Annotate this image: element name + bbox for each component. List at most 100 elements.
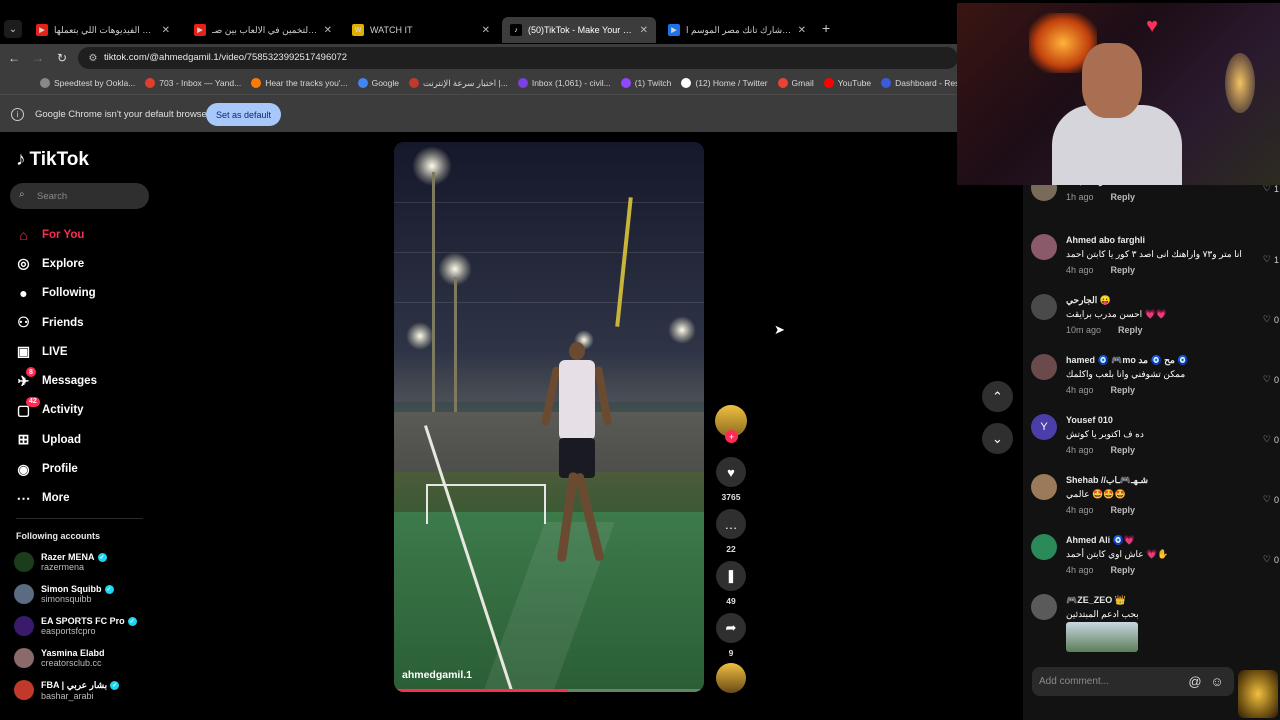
reply-button[interactable]: Reply (1111, 505, 1136, 515)
avatar[interactable] (14, 552, 34, 572)
avatar[interactable] (1031, 185, 1057, 201)
browser-tab[interactable]: ▶ برنامج شارك تانك مصر الموسم ا... ✕ (660, 18, 814, 42)
tab-close-icon[interactable]: ✕ (162, 25, 170, 36)
reply-button[interactable]: Reply (1111, 265, 1136, 275)
tab-close-icon[interactable]: ✕ (798, 25, 806, 36)
url-text[interactable]: tiktok.com/@ahmedgamil.1/video/758532399… (104, 52, 347, 63)
browser-tab[interactable]: ♪ (50)TikTok - Make Your Day ✕ (502, 17, 656, 43)
comment-like-button[interactable]: ♡ 1 (1263, 254, 1279, 265)
bookmark-item[interactable]: Inbox (1,061) - civil... (517, 78, 611, 88)
comment-username[interactable]: Shehab //شـهـ🎮ـاب (1066, 475, 1148, 486)
browser-tab[interactable]: W WATCH IT ✕ (344, 18, 498, 42)
avatar[interactable] (1031, 234, 1057, 260)
sidebar-item-messages[interactable]: ✈ 8 Messages (14, 366, 154, 395)
save-action[interactable]: ❚ 49 (716, 561, 746, 606)
reply-button[interactable]: Reply (1111, 445, 1136, 455)
follow-plus-icon[interactable]: + (725, 430, 738, 443)
browser-tab[interactable]: ▶ هي دي الفيديوهات اللي بتعملها... ✕ (28, 18, 178, 42)
avatar[interactable]: Y (1031, 414, 1057, 440)
avatar[interactable] (1031, 354, 1057, 380)
comment-action[interactable]: … 22 (716, 509, 746, 554)
following-account[interactable]: Razer MENA ✓ razermena (14, 548, 107, 576)
share-arrow-icon[interactable]: ➦ (716, 613, 746, 643)
like-action[interactable]: ♥ 3765 (716, 457, 746, 502)
avatar[interactable] (14, 648, 34, 668)
sidebar-item-more[interactable]: ⋯ More (14, 484, 154, 513)
comment-username[interactable]: Yousef 010 (1066, 415, 1113, 425)
avatar[interactable] (14, 616, 34, 636)
set-as-default-button[interactable]: Set as default (206, 103, 281, 126)
sidebar-item-activity[interactable]: ▢ 42 Activity (14, 396, 154, 425)
comment-icon[interactable]: … (716, 509, 746, 539)
sidebar-item-friends[interactable]: ⚇ Friends (14, 308, 154, 337)
reply-button[interactable]: Reply (1111, 192, 1136, 202)
next-video-chevron-down-icon[interactable]: ⌄ (982, 423, 1013, 454)
bookmark-item[interactable]: 703 - Inbox — Yand... (145, 78, 241, 88)
sidebar-item-profile[interactable]: ◉ Profile (14, 454, 154, 483)
avatar[interactable] (14, 680, 34, 700)
back-arrow-icon[interactable]: ← (6, 50, 22, 66)
avatar[interactable] (14, 584, 34, 604)
browser-tab[interactable]: ▶ تحدي التخمين في الالعاب بين صـ... ✕ (186, 18, 340, 42)
bookmark-item[interactable]: Gmail (777, 78, 814, 88)
comment-image-thumbnail[interactable] (1066, 622, 1138, 652)
following-account[interactable]: Yasmina Elabd creatorsclub.cc (14, 644, 105, 672)
sidebar-item-upload[interactable]: ⊞ Upload (14, 425, 154, 454)
reply-button[interactable]: Reply (1111, 565, 1136, 575)
bookmark-item[interactable]: YouTube (823, 78, 871, 88)
comment-username[interactable]: الجارحي 😛 (1066, 295, 1111, 306)
comment-username[interactable]: Ahmed Ali 🧿💗 (1066, 535, 1135, 546)
comment-like-button[interactable]: ♡ 0 (1263, 494, 1279, 505)
avatar[interactable] (1031, 294, 1057, 320)
reply-button[interactable]: Reply (1111, 385, 1136, 395)
avatar[interactable] (1031, 534, 1057, 560)
tab-close-icon[interactable]: ✕ (640, 25, 648, 36)
add-comment-input[interactable]: Add comment... @ ☺ (1032, 667, 1234, 696)
bookmark-item[interactable]: Google (357, 78, 399, 88)
following-account[interactable]: EA SPORTS FC Pro ✓ easportsfcpro (14, 612, 137, 640)
site-info-icon[interactable]: ⚙ (86, 51, 100, 65)
search-input[interactable]: ⌕ Search (10, 183, 149, 209)
forward-arrow-icon[interactable]: → (30, 50, 46, 66)
video-progress-bar[interactable] (394, 689, 704, 692)
comment-like-button[interactable]: ♡ 0 (1263, 314, 1279, 325)
creator-avatar[interactable]: + (715, 405, 747, 443)
video-player[interactable]: ahmedgamil.1 (394, 142, 704, 692)
bookmark-item[interactable]: Hear the tracks you'... (251, 78, 348, 88)
sidebar-item-explore[interactable]: ◎ Explore (14, 249, 154, 278)
comment-like-button[interactable]: ♡ 0 (1263, 434, 1279, 445)
comment-like-button[interactable]: ♡ 1 (1263, 185, 1279, 194)
video-author[interactable]: ahmedgamil.1 (402, 669, 472, 681)
tab-search-chevron-icon[interactable]: ⌄ (4, 20, 22, 38)
bookmark-item[interactable]: اختبار سرعة الإنترنت |... (409, 78, 508, 89)
following-account[interactable]: Simon Squibb ✓ simonsquibb (14, 580, 114, 608)
heart-icon[interactable]: ♥ (716, 457, 746, 487)
bookmark-item[interactable]: Speedtest by Ookla... (40, 78, 135, 88)
reload-icon[interactable]: ↻ (54, 50, 70, 66)
comment-username[interactable]: hamed 🧿 🎮mo مح 🧿 مد 🧿 (1066, 355, 1189, 366)
reply-button[interactable]: Reply (1118, 325, 1143, 335)
previous-video-chevron-up-icon[interactable]: ⌃ (982, 381, 1013, 412)
following-account[interactable]: FBA | بشار عربي ✓ bashar_arabi (14, 676, 120, 704)
bookmark-item[interactable]: (12) Home / Twitter (681, 78, 768, 88)
sidebar-item-live[interactable]: ▣ LIVE (14, 337, 154, 366)
avatar[interactable] (1031, 474, 1057, 500)
address-bar[interactable]: ⚙ tiktok.com/@ahmedgamil.1/video/7585323… (78, 47, 958, 69)
bookmark-item[interactable]: (1) Twitch (620, 78, 671, 88)
tab-close-icon[interactable]: ✕ (482, 25, 490, 36)
comment-username[interactable]: 🎮ZE_ZEO 👑 (1066, 595, 1126, 606)
bookmark-item[interactable]: Dashboard - Restre... (881, 78, 958, 88)
tab-close-icon[interactable]: ✕ (324, 25, 332, 36)
share-action[interactable]: ➦ 9 (716, 613, 746, 658)
sidebar-item-for-you[interactable]: ⌂ For You (14, 220, 154, 249)
comment-username[interactable]: Ahmed abo farghli (1066, 235, 1145, 245)
new-tab-plus-icon[interactable]: + (822, 20, 830, 36)
bookmark-icon[interactable]: ❚ (716, 561, 746, 591)
avatar[interactable] (1031, 594, 1057, 620)
sidebar-item-following[interactable]: ● Following (14, 279, 154, 308)
music-disc-icon[interactable] (716, 663, 746, 693)
comment-like-button[interactable]: ♡ 0 (1263, 374, 1279, 385)
emoji-icon[interactable]: ☺ (1209, 673, 1225, 689)
comment-like-button[interactable]: ♡ 0 (1263, 554, 1279, 565)
tiktok-logo[interactable]: ♪ TikTok (16, 149, 89, 171)
